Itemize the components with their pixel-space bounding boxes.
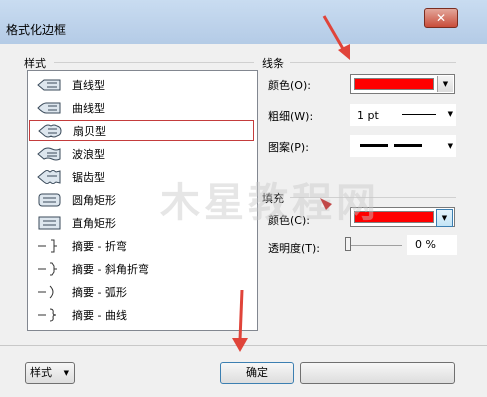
transparency-value: 0 % [415,238,436,251]
style-menu-button[interactable]: 样式 ▼ [25,362,75,384]
ok-button[interactable]: 确定 [220,362,294,384]
summary-bend-icon [36,239,62,253]
annotation-arrow-icon [232,289,248,352]
chevron-down-icon: ▼ [447,142,453,150]
style-list-item[interactable]: 直线型 [32,74,256,95]
line-group-header: 线条 [262,57,284,70]
style-list-item-label: 圆角矩形 [72,193,116,207]
line-pattern-label: 图案(P): [268,141,309,154]
chevron-down-icon: ▼ [447,110,453,118]
transparency-input[interactable]: 0 % [407,235,457,255]
scalloped-callout-icon [37,124,63,138]
transparency-label: 透明度(T): [268,242,321,255]
dash-segment [360,144,388,147]
style-list-item-label: 摘要 - 折弯 [72,239,127,253]
line-weight-label: 粗细(W): [268,110,314,123]
cancel-button[interactable] [300,362,455,384]
wavy-callout-icon [36,147,62,161]
style-list-item-label: 摘要 - 斜角折弯 [72,262,149,276]
summary-arc-icon [36,285,62,299]
style-list-item-label: 直角矩形 [72,216,116,230]
watermark: 木星教程网 [160,180,380,226]
jagged-callout-icon [36,169,62,184]
rectangle-icon [36,216,62,230]
line-group-divider [290,62,456,63]
line-color-label: 颜色(O): [268,79,311,92]
line-weight-value: 1 pt [357,109,379,122]
chevron-down-icon[interactable]: ▼ [437,76,453,92]
summary-curve-icon [36,308,62,322]
style-list-item-label: 波浪型 [72,147,105,161]
transparency-slider-thumb[interactable] [345,237,351,251]
style-group-divider [54,62,254,63]
style-list-item[interactable]: 扇贝型 [29,120,254,141]
title-bar: 格式化边框 ✕ [0,0,487,44]
line-weight-select[interactable]: 1 pt ▼ [350,104,456,126]
style-list-item-label: 锯齿型 [72,170,105,184]
style-list-item[interactable]: 摘要 - 曲线 [32,304,256,325]
style-list-item[interactable]: 摘要 - 弧形 [32,281,256,302]
transparency-slider-track[interactable] [346,245,402,246]
close-icon: ✕ [435,11,447,25]
style-list-item-label: 扇贝型 [73,124,106,138]
straight-callout-icon [36,78,62,92]
style-list-item-label: 直线型 [72,78,105,92]
style-list-item[interactable]: 摘要 - 斜角折弯 [32,258,256,279]
ok-button-label: 确定 [246,366,268,379]
style-list-item[interactable]: 曲线型 [32,97,256,118]
window-title: 格式化边框 [6,23,67,37]
style-list-item-label: 曲线型 [72,101,105,115]
rounded-rectangle-icon [36,193,62,207]
dash-segment [394,144,422,147]
chevron-down-icon[interactable]: ▼ [436,209,453,227]
summary-bevel-bend-icon [36,262,62,276]
line-pattern-select[interactable]: ▼ [350,135,456,157]
style-list-item-label: 摘要 - 曲线 [72,308,127,322]
line-color-swatch [354,78,434,90]
close-button[interactable]: ✕ [424,8,458,28]
style-group-header: 样式 [24,57,46,70]
chevron-down-icon: ▼ [63,369,69,377]
style-menu-label: 样式 [30,366,52,379]
line-color-picker[interactable]: ▼ [350,74,455,94]
annotation-arrow-icon [322,15,350,60]
annotation-arrow-icon [320,198,332,210]
style-list-item-label: 摘要 - 弧形 [72,285,127,299]
curved-callout-icon [36,101,62,115]
line-weight-preview [402,114,436,115]
style-list-item[interactable]: 摘要 - 折弯 [32,235,256,256]
style-list-item[interactable]: 波浪型 [32,143,256,164]
